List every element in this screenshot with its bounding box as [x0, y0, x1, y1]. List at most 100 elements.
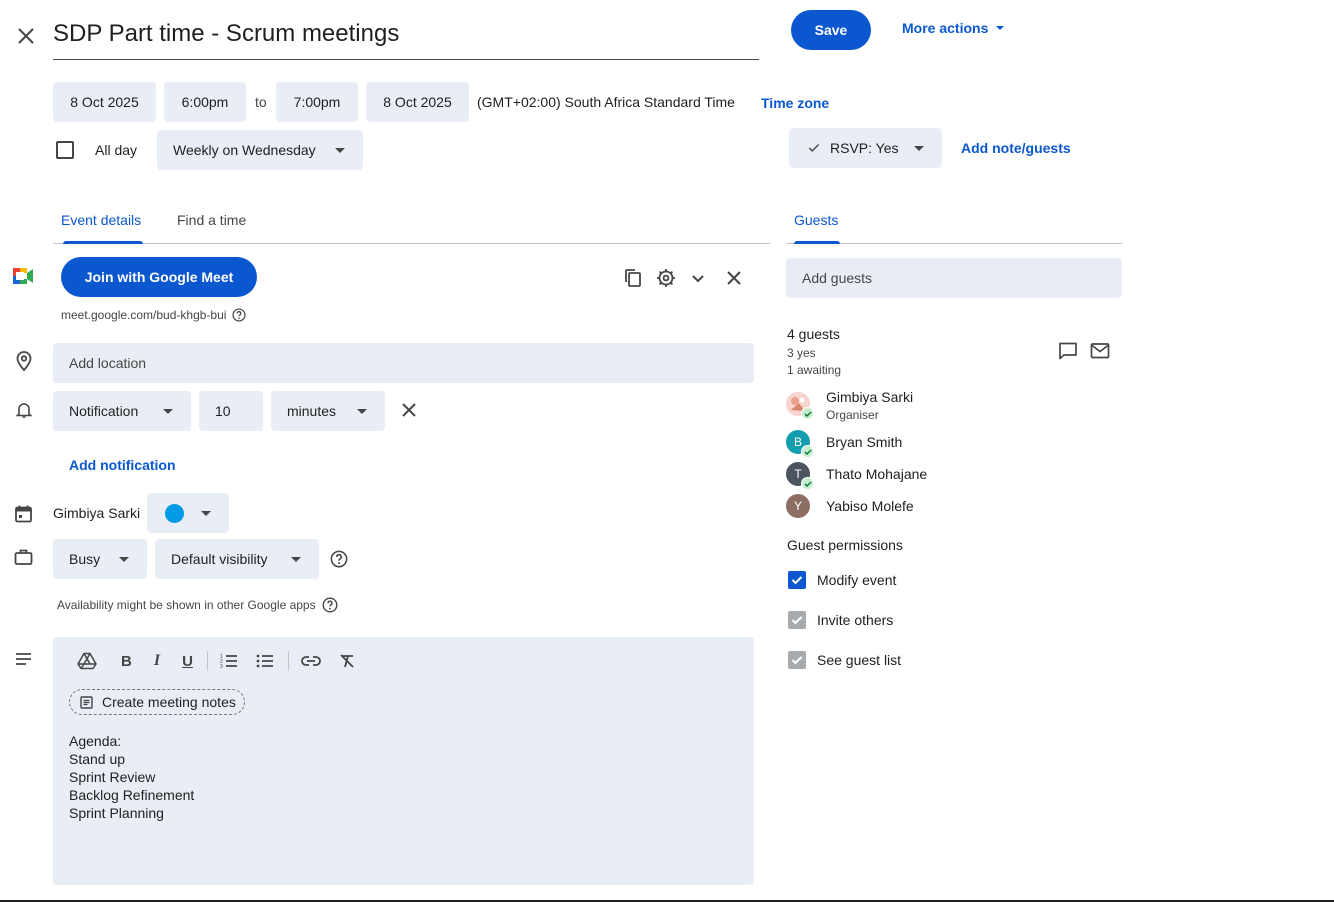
- permission-modify-event[interactable]: Modify event: [788, 571, 896, 589]
- rsvp-select[interactable]: RSVP: Yes: [789, 128, 942, 168]
- help-icon[interactable]: [322, 597, 338, 613]
- guest-name: Thato Mohajane: [826, 466, 928, 482]
- create-meeting-notes-chip[interactable]: Create meeting notes: [69, 689, 245, 715]
- checkbox-checked-disabled[interactable]: [788, 611, 806, 629]
- bulleted-list-icon[interactable]: [256, 653, 274, 669]
- end-date-field[interactable]: 8 Oct 2025: [366, 82, 469, 122]
- availability-note-row: Availability might be shown in other Goo…: [57, 597, 338, 613]
- close-icon: [18, 28, 34, 44]
- event-title: SDP Part time - Scrum meetings: [53, 20, 400, 47]
- title-input[interactable]: SDP Part time - Scrum meetings: [53, 16, 759, 60]
- start-time-label: 6:00pm: [181, 94, 229, 110]
- check-icon: [808, 144, 820, 152]
- description-editor[interactable]: B I U 123 Create meeting notes Agenda: S…: [53, 637, 754, 885]
- underline-icon[interactable]: U: [182, 653, 193, 670]
- permission-label: Modify event: [817, 572, 897, 588]
- clear-formatting-icon[interactable]: [339, 653, 355, 669]
- close-icon: [402, 403, 416, 417]
- caret-down-icon: [201, 510, 211, 516]
- tab-find-a-time[interactable]: Find a time: [177, 212, 246, 228]
- avatar-initial: B: [793, 435, 802, 449]
- checkbox-checked[interactable]: [788, 571, 806, 589]
- start-date-label: 8 Oct 2025: [70, 94, 139, 110]
- calendar-owner: Gimbiya Sarki: [53, 505, 141, 521]
- busy-select[interactable]: Busy: [53, 539, 147, 579]
- recurrence-select[interactable]: Weekly on Wednesday: [157, 130, 363, 170]
- link-icon[interactable]: [301, 655, 321, 667]
- join-meet-label: Join with Google Meet: [84, 269, 234, 285]
- end-time-field[interactable]: 7:00pm: [276, 82, 358, 122]
- guest-row[interactable]: T Thato Mohajane: [786, 462, 1086, 490]
- permission-see-guest-list[interactable]: See guest list: [788, 651, 901, 669]
- description-text: Agenda: Stand up Sprint Review Backlog R…: [69, 732, 194, 822]
- accepted-badge: [801, 477, 814, 490]
- drive-icon[interactable]: [77, 652, 97, 670]
- close-button[interactable]: [14, 24, 38, 48]
- guest-name: Yabiso Molefe: [826, 498, 914, 514]
- save-button[interactable]: Save: [791, 10, 871, 50]
- guest-role: Organiser: [826, 408, 879, 422]
- tab-find-a-time-label: Find a time: [177, 212, 247, 228]
- accepted-badge: [801, 407, 814, 420]
- notification-type-select[interactable]: Notification: [53, 391, 191, 431]
- mail-icon: [1090, 343, 1110, 359]
- notification-value: 10: [215, 403, 231, 419]
- caret-down-icon: [291, 556, 301, 562]
- description-line: Sprint Planning: [69, 805, 164, 821]
- all-day-checkbox[interactable]: [56, 141, 74, 159]
- message-guests-button[interactable]: [1058, 341, 1078, 361]
- guest-row[interactable]: Y Yabiso Molefe: [786, 494, 1086, 520]
- briefcase-icon: [14, 548, 33, 566]
- save-label: Save: [814, 22, 848, 38]
- gear-icon: [657, 269, 675, 287]
- italic-icon[interactable]: I: [154, 652, 160, 670]
- caret-down-icon: [119, 556, 129, 562]
- avatar: T: [786, 462, 814, 490]
- description-line: Sprint Review: [69, 769, 156, 785]
- add-notification-link[interactable]: Add notification: [69, 457, 176, 473]
- add-guests-input[interactable]: Add guests: [786, 258, 1122, 298]
- bold-icon[interactable]: B: [121, 653, 132, 670]
- join-meet-button[interactable]: Join with Google Meet: [61, 257, 257, 297]
- all-day-label: All day: [95, 142, 138, 158]
- avatar: Y: [786, 494, 810, 518]
- notification-type-label: Notification: [69, 403, 139, 419]
- add-note-guests-link[interactable]: Add note/guests: [961, 140, 1071, 156]
- guest-row[interactable]: Gimbiya Sarki Organiser: [786, 389, 1086, 422]
- close-icon: [727, 271, 741, 285]
- color-swatch: [165, 503, 184, 523]
- more-actions-button[interactable]: More actions: [902, 18, 1005, 38]
- meet-settings-button[interactable]: [656, 268, 676, 288]
- numbered-list-icon[interactable]: 123: [220, 653, 238, 669]
- caret-down-icon: [335, 147, 345, 153]
- permissions-title: Guest permissions: [787, 537, 903, 553]
- email-guests-button[interactable]: [1090, 342, 1110, 360]
- calendar-color-select[interactable]: [147, 493, 229, 533]
- location-input[interactable]: Add location: [53, 343, 754, 383]
- toolbar-divider: [287, 651, 289, 671]
- checkbox-checked-disabled[interactable]: [788, 651, 806, 669]
- copy-button[interactable]: [623, 268, 643, 288]
- permission-invite-others[interactable]: Invite others: [788, 611, 893, 629]
- tab-guests[interactable]: Guests: [786, 205, 846, 244]
- remove-meet-button[interactable]: [724, 268, 744, 288]
- location-pin-icon: [14, 350, 34, 372]
- expand-meet-button[interactable]: [689, 269, 707, 287]
- description-icon: [15, 652, 32, 666]
- toolbar-divider: [206, 651, 208, 671]
- caret-down-icon: [163, 408, 173, 414]
- timezone-link[interactable]: Time zone: [761, 95, 829, 111]
- start-date-field[interactable]: 8 Oct 2025: [53, 82, 156, 122]
- start-time-field[interactable]: 6:00pm: [164, 82, 246, 122]
- create-meeting-notes-label: Create meeting notes: [102, 694, 236, 710]
- remove-notification-button[interactable]: [400, 401, 418, 419]
- tab-event-details[interactable]: Event details: [53, 205, 153, 244]
- notification-unit-select[interactable]: minutes: [271, 391, 385, 431]
- guest-row[interactable]: B Bryan Smith: [786, 430, 1086, 458]
- description-line: Stand up: [69, 751, 126, 767]
- add-guests-placeholder: Add guests: [802, 270, 873, 286]
- notification-value-input[interactable]: 10: [199, 391, 263, 431]
- help-icon[interactable]: [232, 308, 247, 322]
- visibility-select[interactable]: Default visibility: [155, 539, 319, 579]
- visibility-help-button[interactable]: [330, 550, 348, 568]
